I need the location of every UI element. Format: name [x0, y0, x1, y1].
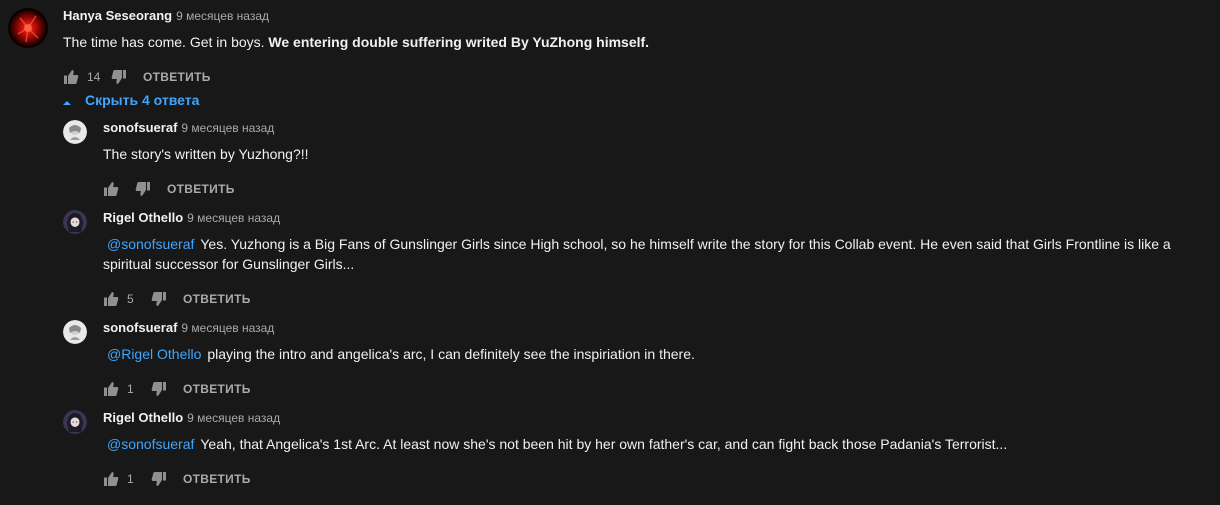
comments-section: Hanya Seseorang 9 месяцев назад The time…	[0, 0, 1220, 505]
comment-header: sonofsueraf 9 месяцев назад	[103, 320, 695, 338]
comment-toolbar: 14 ОТВЕТИТЬ	[63, 64, 649, 90]
comment-toolbar: 1 ОТВЕТИТЬ	[103, 376, 695, 402]
comment-header: Hanya Seseorang 9 месяцев назад	[63, 8, 649, 26]
hide-replies-label: Скрыть 4 ответа	[85, 92, 200, 108]
comment-text: @sonofsueraf Yeah, that Angelica's 1st Ar…	[103, 434, 1007, 454]
thumb-down-icon[interactable]	[151, 291, 167, 307]
like-count: 5	[127, 292, 134, 306]
comment-header: sonofsueraf 9 месяцев назад	[103, 120, 309, 138]
comment-text-body: Yes. Yuzhong is a Big Fans of Gunslinger…	[103, 236, 1171, 272]
comment-time[interactable]: 9 месяцев назад	[181, 121, 274, 135]
reply-button[interactable]: ОТВЕТИТЬ	[183, 292, 251, 306]
comment-time[interactable]: 9 месяцев назад	[187, 211, 280, 225]
author-name[interactable]: Rigel Othello	[103, 210, 183, 225]
thumb-down-icon[interactable]	[151, 471, 167, 487]
thumb-up-icon[interactable]	[103, 291, 119, 307]
reply-button[interactable]: ОТВЕТИТЬ	[183, 382, 251, 396]
comment-text-body: Yeah, that Angelica's 1st Arc. At least …	[200, 436, 1008, 452]
comment-text: @sonofsueraf Yes. Yuzhong is a Big Fans o…	[103, 234, 1203, 274]
avatar[interactable]	[63, 320, 87, 344]
like-count: 14	[87, 70, 101, 84]
comment-text: The story's written by Yuzhong?!!	[103, 144, 309, 164]
thumb-up-icon[interactable]	[103, 381, 119, 397]
thumb-down-icon[interactable]	[135, 181, 151, 197]
comment-header: Rigel Othello 9 месяцев назад	[103, 410, 1007, 428]
comment-toolbar: 5 ОТВЕТИТЬ	[103, 286, 1203, 312]
reply-comment: Rigel Othello 9 месяцев назад @sonofsuer…	[63, 410, 1007, 492]
top-comment: Hanya Seseorang 9 месяцев назад The time…	[8, 8, 649, 90]
author-name[interactable]: sonofsueraf	[103, 120, 177, 135]
like-count: 1	[127, 472, 134, 486]
comment-time[interactable]: 9 месяцев назад	[176, 9, 269, 23]
hide-replies-button[interactable]: Скрыть 4 ответа	[62, 90, 199, 110]
avatar[interactable]	[8, 8, 48, 48]
comment-header: Rigel Othello 9 месяцев назад	[103, 210, 1203, 228]
mention-link[interactable]: @sonofsueraf	[107, 436, 194, 452]
comment-text-bold: We entering double suffering writed By Y…	[268, 34, 650, 50]
mention-link[interactable]: @sonofsueraf	[107, 236, 194, 252]
thumb-down-icon[interactable]	[111, 69, 127, 85]
author-name[interactable]: Hanya Seseorang	[63, 8, 172, 23]
reply-comment: sonofsueraf 9 месяцев назад @Rigel Othel…	[63, 320, 695, 402]
comment-time[interactable]: 9 месяцев назад	[181, 321, 274, 335]
reply-button[interactable]: ОТВЕТИТЬ	[183, 472, 251, 486]
comment-time[interactable]: 9 месяцев назад	[187, 411, 280, 425]
reply-comment: Rigel Othello 9 месяцев назад @sonofsuer…	[63, 210, 1203, 312]
thumb-up-icon[interactable]	[103, 181, 119, 197]
avatar[interactable]	[63, 410, 87, 434]
comment-toolbar: 1 ОТВЕТИТЬ	[103, 466, 1007, 492]
thumb-up-icon[interactable]	[103, 471, 119, 487]
caret-up-icon	[62, 95, 72, 105]
comment-text-body: The story's written by Yuzhong?!!	[103, 146, 309, 162]
avatar[interactable]	[63, 120, 87, 144]
reply-comment: sonofsueraf 9 месяцев назад The story's …	[63, 120, 309, 202]
like-count: 1	[127, 382, 134, 396]
avatar[interactable]	[63, 210, 87, 234]
comment-text: @Rigel Othello playing the intro and ange…	[103, 344, 695, 364]
author-name[interactable]: Rigel Othello	[103, 410, 183, 425]
author-name[interactable]: sonofsueraf	[103, 320, 177, 335]
thumb-up-icon[interactable]	[63, 69, 79, 85]
reply-button[interactable]: ОТВЕТИТЬ	[143, 70, 211, 84]
mention-link[interactable]: @Rigel Othello	[107, 346, 201, 362]
comment-text: The time has come. Get in boys. We enter…	[63, 32, 649, 52]
thumb-down-icon[interactable]	[151, 381, 167, 397]
comment-text-plain: The time has come. Get in boys.	[63, 34, 269, 50]
reply-button[interactable]: ОТВЕТИТЬ	[167, 182, 235, 196]
comment-text-body: playing the intro and angelica's arc, I …	[207, 346, 695, 362]
comment-toolbar: ОТВЕТИТЬ	[103, 176, 309, 202]
